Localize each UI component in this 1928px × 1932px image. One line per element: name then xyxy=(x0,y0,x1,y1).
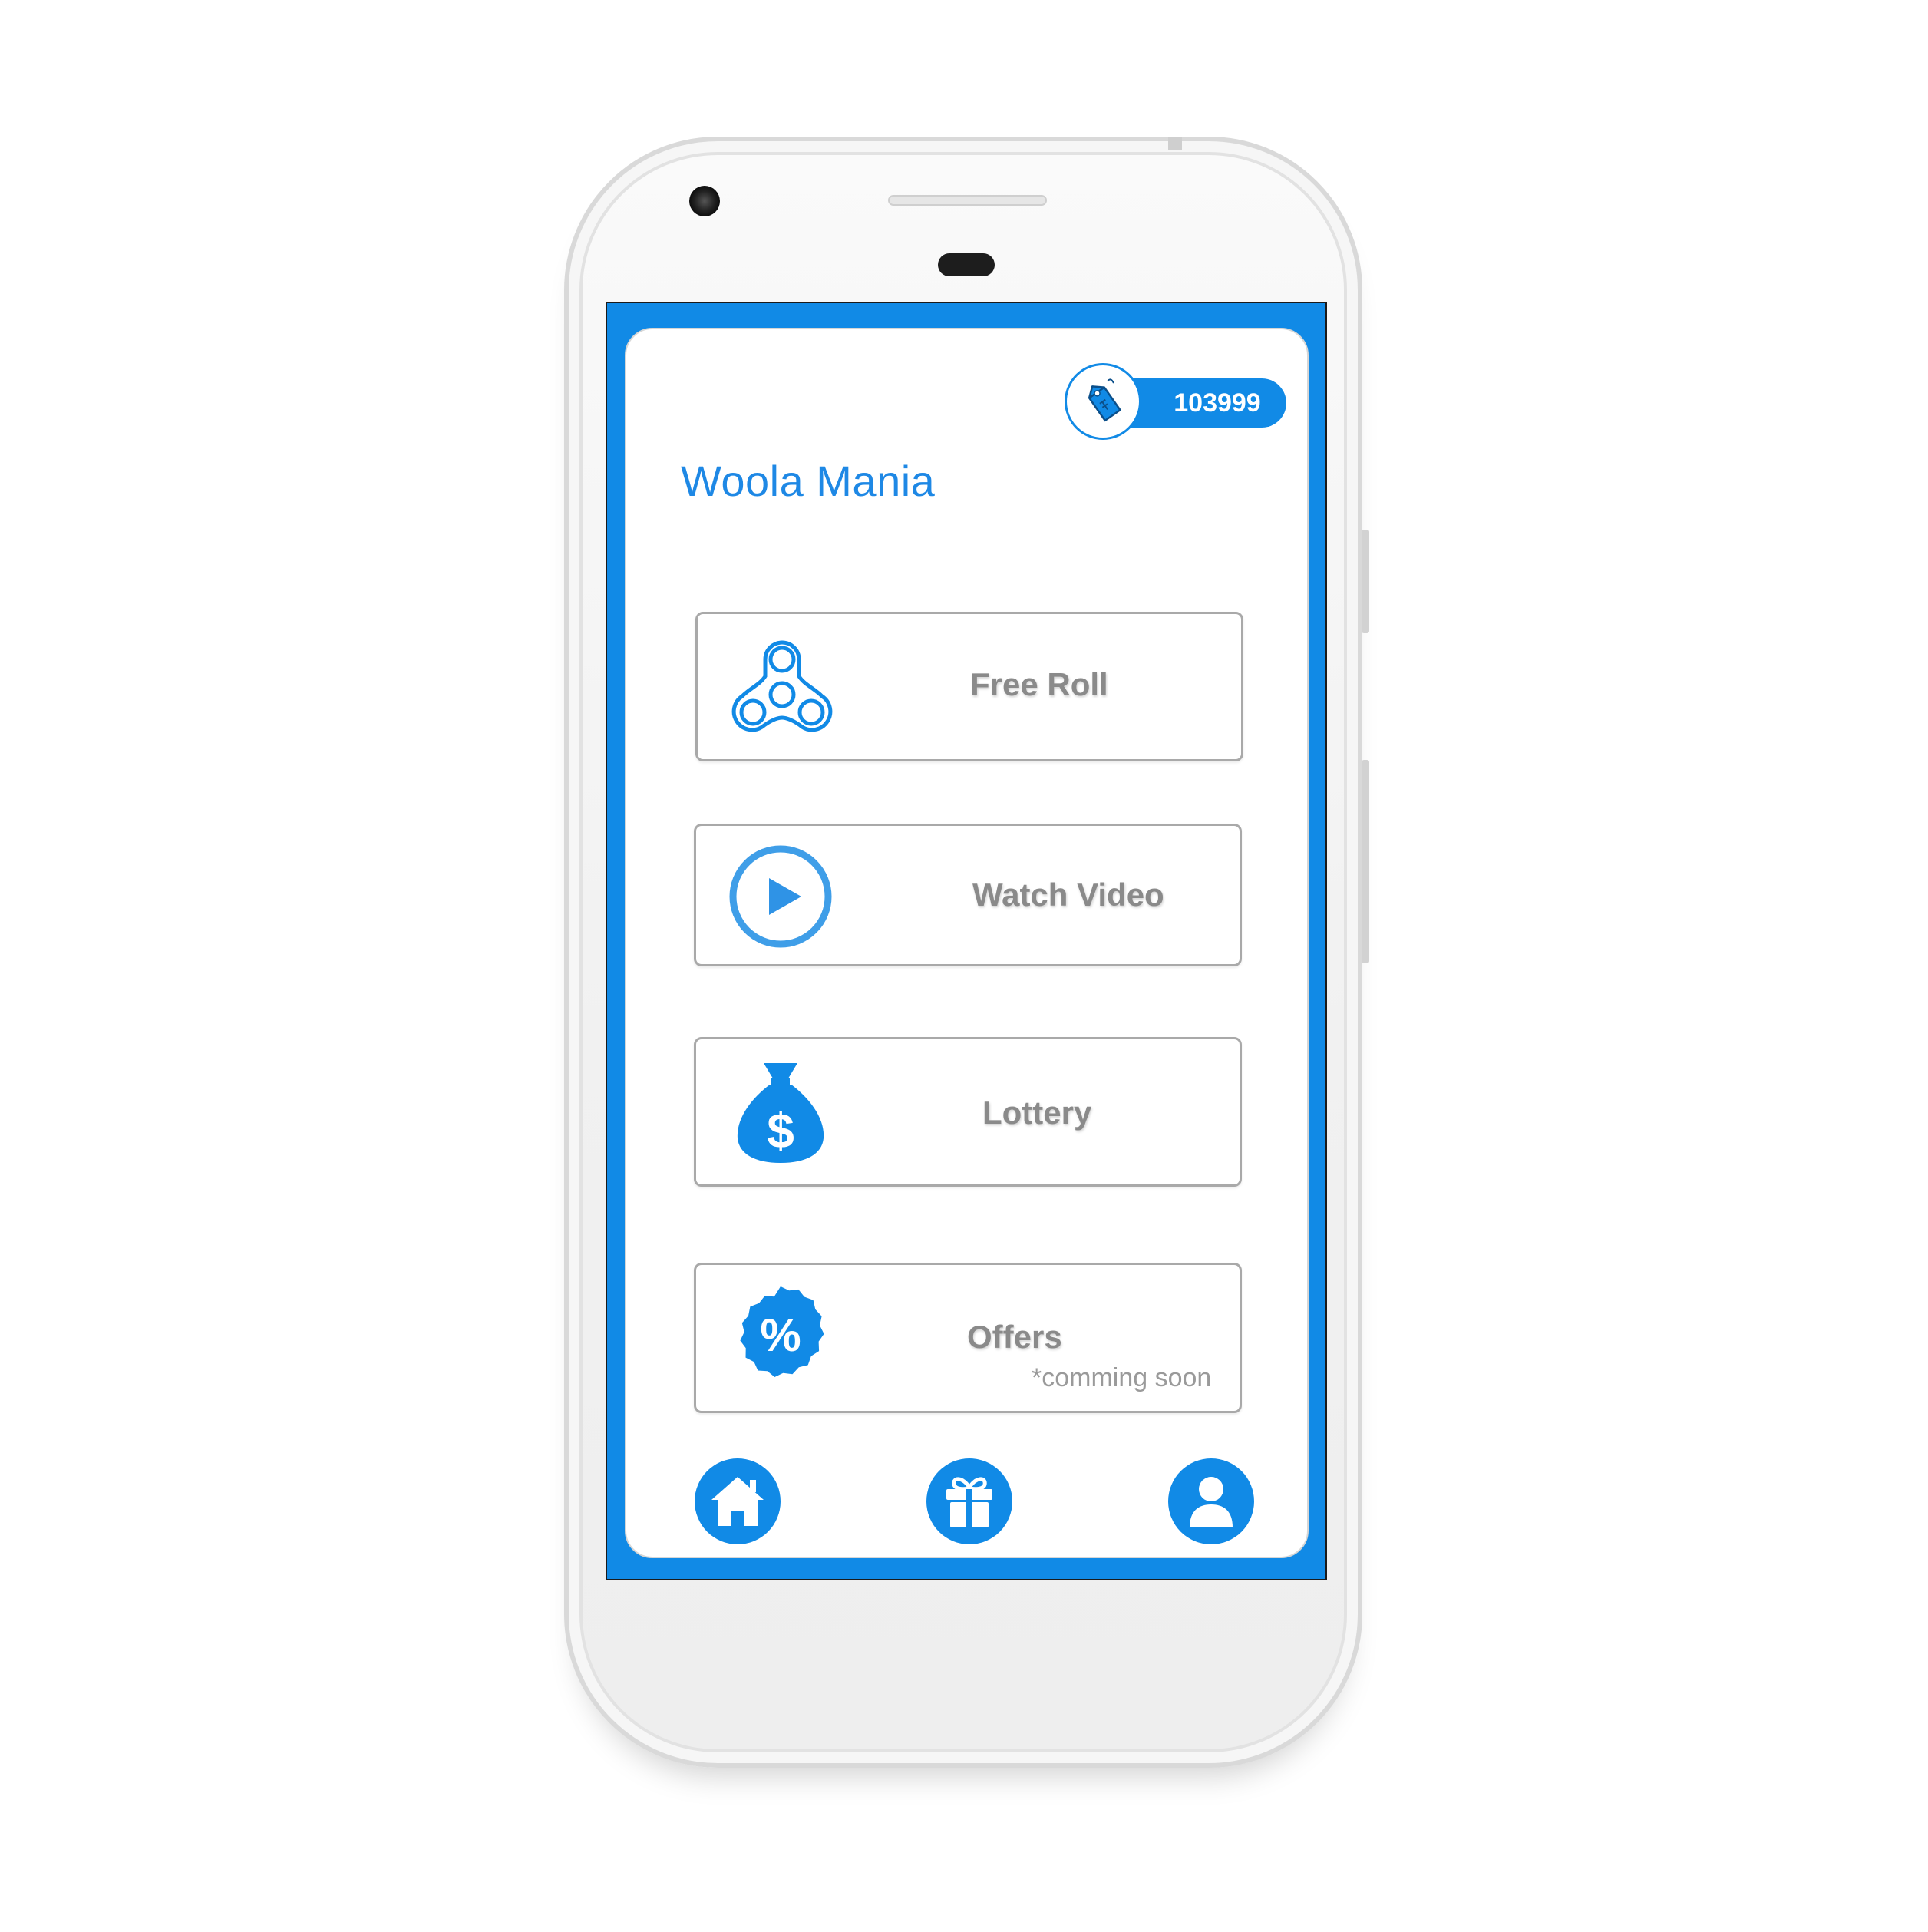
front-camera xyxy=(689,186,720,216)
free-roll-label: Free Roll xyxy=(970,666,1108,702)
proximity-sensor xyxy=(938,253,995,276)
watch-video-label: Watch Video xyxy=(972,877,1164,913)
home-icon xyxy=(711,1477,764,1526)
app-title: Woola Mania xyxy=(681,457,936,505)
coins-value: 103999 xyxy=(1174,388,1261,418)
play-circle-icon xyxy=(727,843,834,950)
free-roll-card[interactable]: Free Roll xyxy=(695,612,1243,761)
offers-coming-soon-note: *comming soon xyxy=(1032,1363,1212,1392)
nav-profile-button[interactable] xyxy=(1168,1458,1254,1544)
app-screen: 103999 Woola Mania Free Roll Watch Video… xyxy=(625,328,1309,1558)
offers-card[interactable]: % Offers *comming soon xyxy=(694,1263,1242,1413)
phone-top-button xyxy=(1168,137,1182,150)
offers-label: Offers xyxy=(967,1319,1062,1355)
earpiece-speaker xyxy=(888,195,1047,206)
discount-badge-icon: % xyxy=(727,1285,834,1392)
phone-screen: 103999 Woola Mania Free Roll Watch Video… xyxy=(606,302,1327,1580)
nav-gift-button[interactable] xyxy=(926,1458,1012,1544)
svg-text:$: $ xyxy=(767,1103,794,1158)
nav-home-button[interactable] xyxy=(695,1458,781,1544)
fidget-spinner-icon xyxy=(728,633,836,741)
lottery-card[interactable]: $ Lottery xyxy=(694,1037,1242,1187)
gift-icon xyxy=(946,1477,992,1527)
user-icon xyxy=(1190,1477,1233,1527)
lottery-label: Lottery xyxy=(982,1095,1092,1131)
stage: 103999 Woola Mania Free Roll Watch Video… xyxy=(0,0,1928,1932)
price-tag-icon xyxy=(1065,363,1141,440)
phone-side-button-upper xyxy=(1362,530,1369,633)
phone-side-button-lower xyxy=(1362,760,1369,963)
watch-video-card[interactable]: Watch Video xyxy=(694,824,1242,966)
money-bag-icon: $ xyxy=(727,1058,834,1166)
svg-text:%: % xyxy=(760,1309,801,1361)
